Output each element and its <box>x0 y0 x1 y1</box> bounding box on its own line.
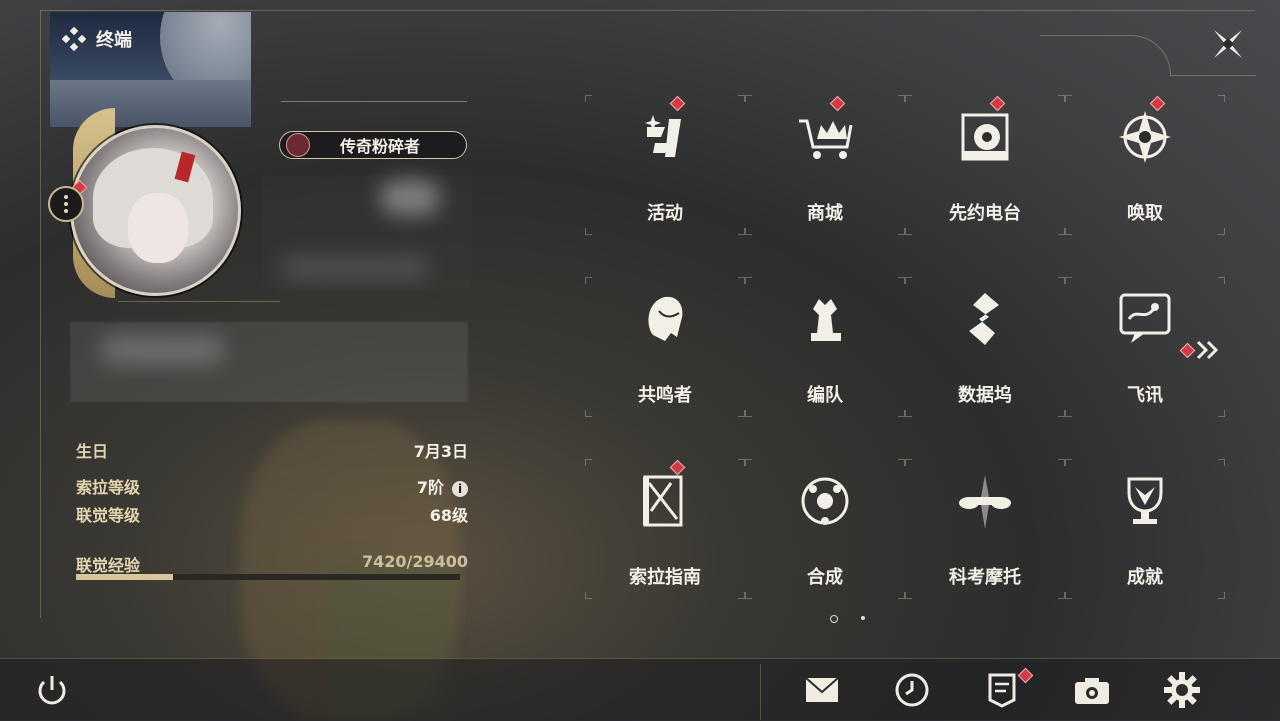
message-chat-icon <box>1119 293 1171 343</box>
menu-item-label: 共鸣者 <box>638 385 692 406</box>
avatar[interactable] <box>70 125 241 296</box>
mail-button[interactable] <box>802 670 842 710</box>
menu-item-label: 索拉指南 <box>629 567 701 588</box>
synthesis-icon <box>801 477 849 525</box>
data-dock-icon <box>969 293 999 345</box>
clock-button[interactable] <box>892 670 932 710</box>
menu-item-6[interactable]: 编队 <box>745 277 905 417</box>
menu-item-label: 编队 <box>807 385 843 406</box>
profile-id-blur <box>280 255 430 280</box>
terminal-diamond-icon <box>62 27 86 51</box>
exp-progress-fill <box>76 574 173 580</box>
notice-button[interactable] <box>982 670 1022 710</box>
team-chess-icon <box>811 299 841 341</box>
profile-name-blur <box>380 180 440 215</box>
menu-item-7[interactable]: 数据坞 <box>905 277 1065 417</box>
title-badge-label: 传奇粉碎者 <box>340 137 421 156</box>
exp-progress-bar <box>76 574 460 580</box>
power-button[interactable] <box>32 670 72 710</box>
guide-book-icon <box>643 475 683 527</box>
mail-icon <box>805 677 839 702</box>
title-emblem-icon <box>286 133 310 157</box>
menu-item-12[interactable]: 成就 <box>1065 459 1225 599</box>
menu-item-4[interactable]: 唤取 <box>1065 95 1225 235</box>
summon-compass-icon <box>1119 111 1171 163</box>
menu-item-label: 活动 <box>647 203 683 224</box>
close-icon <box>1214 30 1242 58</box>
resonator-head-icon <box>648 296 683 341</box>
menu-item-11[interactable]: 科考摩托 <box>905 459 1065 599</box>
close-button[interactable] <box>1208 24 1248 64</box>
frame-right-line <box>1170 75 1256 76</box>
camera-icon <box>1075 678 1109 704</box>
menu-item-5[interactable]: 共鸣者 <box>585 277 745 417</box>
frame-top-line <box>40 10 1255 11</box>
frame-left-line <box>40 10 41 618</box>
menu-item-label: 科考摩托 <box>949 567 1021 588</box>
trophy-icon <box>1127 477 1163 524</box>
info-union-exp: 联觉经验 7420/29400 <box>76 552 468 575</box>
clock-icon <box>895 673 929 707</box>
double-chevron-right-icon <box>1196 340 1219 360</box>
profile-menu-button[interactable] <box>48 186 84 222</box>
shop-cart-icon <box>799 119 853 159</box>
info-union-level: 联觉等级 68级 <box>76 506 468 525</box>
info-icon[interactable]: i <box>452 480 468 497</box>
title-badge[interactable]: 传奇粉碎者 <box>279 131 467 159</box>
bottom-separator <box>760 664 761 720</box>
menu-item-label: 飞讯 <box>1127 385 1163 406</box>
menu-item-9[interactable]: 索拉指南 <box>585 459 745 599</box>
menu-item-label: 唤取 <box>1127 203 1163 224</box>
motorcycle-icon <box>959 475 1011 529</box>
info-birthday: 生日 7月3日 <box>76 442 468 461</box>
divider-top <box>281 101 467 102</box>
terminal-title: 终端 <box>96 30 132 51</box>
power-icon <box>38 676 66 705</box>
menu-item-label: 数据坞 <box>958 385 1012 406</box>
next-page-arrow[interactable] <box>1196 340 1220 366</box>
radio-icon <box>961 113 1009 161</box>
info-sol-level: 索拉等级 7阶 i <box>76 474 468 498</box>
activity-icon <box>645 115 681 157</box>
settings-gear-icon <box>1164 672 1200 708</box>
divider-avatar <box>118 301 280 302</box>
page-dot-2[interactable] <box>861 616 865 620</box>
menu-item-label: 成就 <box>1127 567 1163 588</box>
notice-icon <box>988 673 1016 708</box>
menu-item-1[interactable]: 活动 <box>585 95 745 235</box>
frame-curve <box>1040 35 1171 76</box>
signature-blur <box>100 335 225 365</box>
menu-item-label: 商城 <box>807 203 843 224</box>
settings-button[interactable] <box>1162 670 1202 710</box>
menu-item-3[interactable]: 先约电台 <box>905 95 1065 235</box>
menu-item-label: 合成 <box>807 567 843 588</box>
menu-item-label: 先约电台 <box>949 203 1021 224</box>
page-dot-1[interactable] <box>830 615 838 623</box>
terminal-header: 终端 <box>62 26 132 52</box>
menu-item-10[interactable]: 合成 <box>745 459 905 599</box>
menu-item-2[interactable]: 商城 <box>745 95 905 235</box>
camera-button[interactable] <box>1072 670 1112 710</box>
